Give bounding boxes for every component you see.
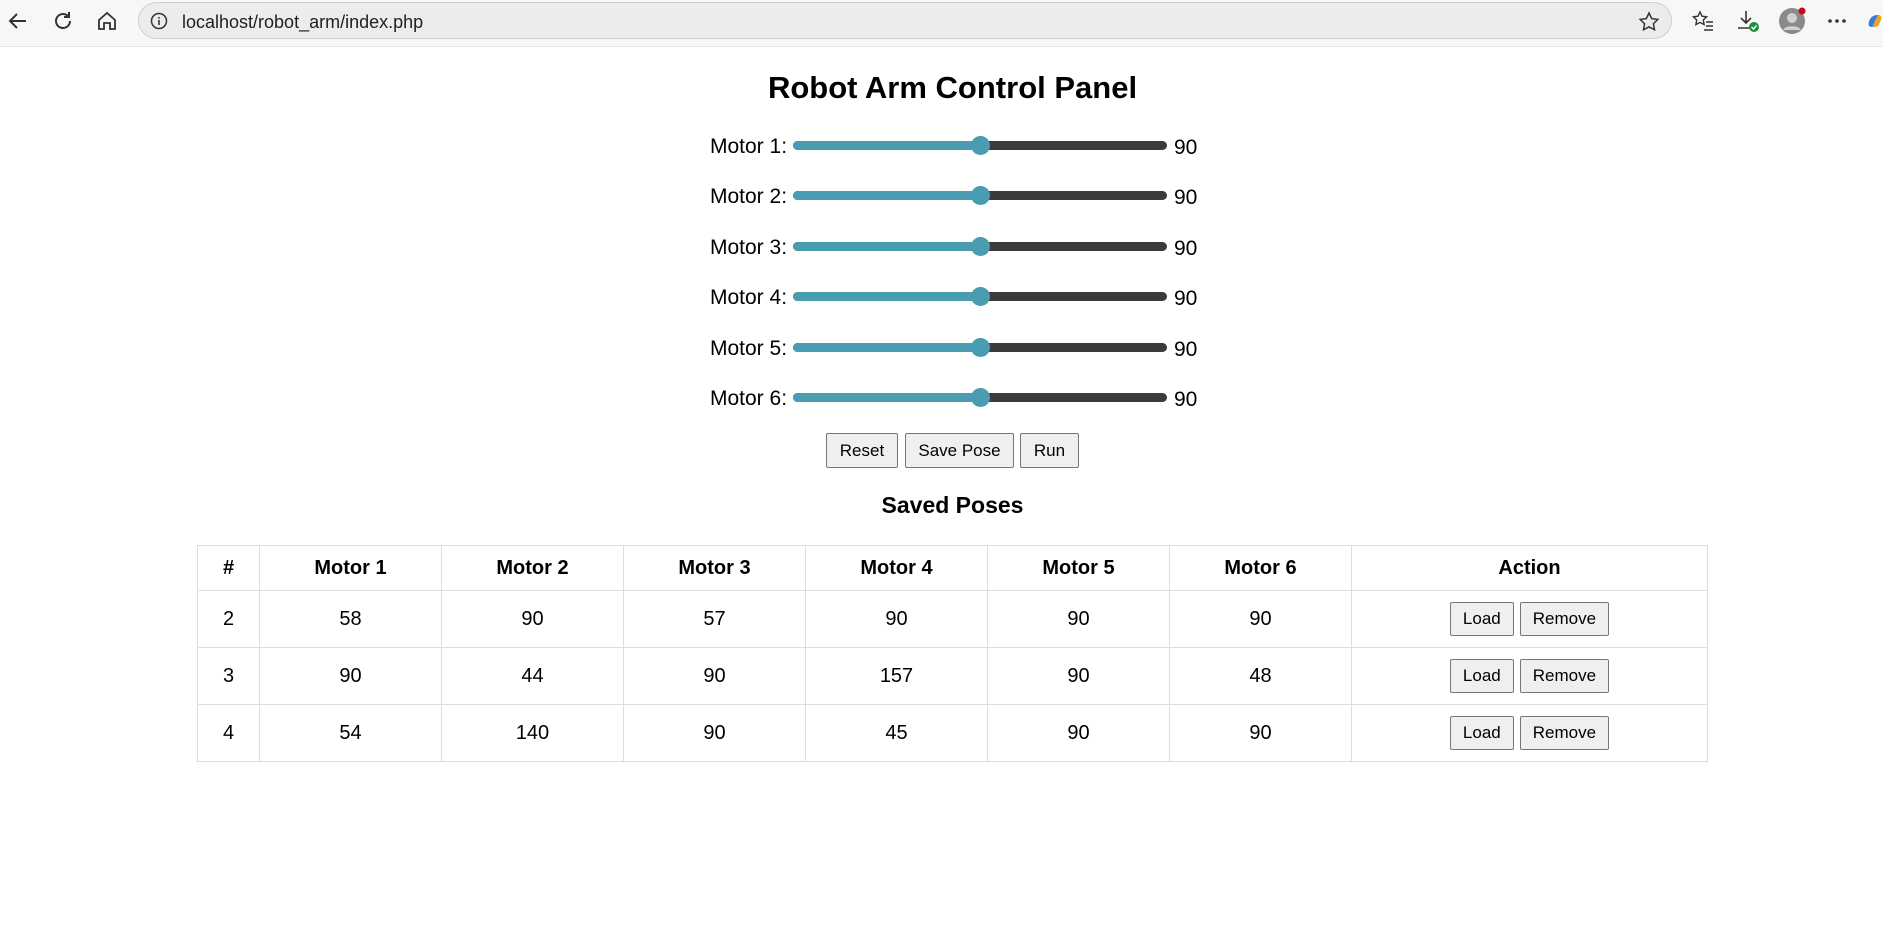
back-icon[interactable] <box>2 6 34 36</box>
slider-fill <box>793 292 980 301</box>
motor-value: 90 <box>1174 287 1198 310</box>
address-bar[interactable]: localhost/robot_arm/index.php <box>138 2 1672 39</box>
column-header-motor-4: Motor 4 <box>805 545 988 591</box>
url-text[interactable]: localhost/robot_arm/index.php <box>182 12 423 33</box>
table-header-row: # Motor 1 Motor 2 Motor 3 Motor 4 Motor … <box>197 545 1708 591</box>
motor-slider[interactable] <box>793 388 1167 407</box>
motor-control-4: Motor 4: 90 <box>700 282 1220 312</box>
profile-avatar-icon[interactable] <box>1775 6 1809 36</box>
motor-value: 90 <box>1174 186 1198 209</box>
slider-thumb[interactable] <box>971 136 990 155</box>
page-title: Robot Arm Control Panel <box>767 70 1138 105</box>
motor-slider[interactable] <box>793 136 1167 155</box>
motor-label: Motor 5: <box>710 337 788 360</box>
saved-poses-title: Saved Poses <box>881 492 1024 518</box>
slider-fill <box>793 141 980 150</box>
motor-label: Motor 3: <box>710 236 788 259</box>
action-cell: Load Remove <box>1351 647 1708 705</box>
slider-thumb[interactable] <box>971 237 990 256</box>
copilot-icon[interactable] <box>1866 6 1883 36</box>
motor-2-cell: 44 <box>441 647 624 705</box>
slider-thumb[interactable] <box>971 186 990 205</box>
column-header-motor-3: Motor 3 <box>623 545 806 591</box>
motor-slider[interactable] <box>793 186 1167 205</box>
remove-button[interactable]: Remove <box>1519 716 1610 750</box>
favorite-star-icon[interactable] <box>1637 10 1661 34</box>
table-row: 2 58 90 57 90 90 90 Load Remove <box>197 590 1708 648</box>
downloads-icon[interactable] <box>1731 6 1765 36</box>
motor-slider[interactable] <box>793 287 1167 306</box>
action-cell: Load Remove <box>1351 704 1708 762</box>
motor-control-5: Motor 5: 90 <box>700 333 1220 363</box>
remove-button[interactable]: Remove <box>1519 659 1610 693</box>
motor-4-cell: 45 <box>805 704 988 762</box>
motor-6-cell: 90 <box>1169 590 1352 648</box>
motor-2-cell: 140 <box>441 704 624 762</box>
column-header-index: # <box>197 545 260 591</box>
motor-6-cell: 48 <box>1169 647 1352 705</box>
slider-fill <box>793 242 980 251</box>
reset-button[interactable]: Reset <box>826 433 898 468</box>
browser-toolbar: localhost/robot_arm/index.php <box>0 0 1883 46</box>
motor-control-1: Motor 1: 90 <box>700 131 1220 161</box>
load-button[interactable]: Load <box>1449 716 1514 750</box>
motor-5-cell: 90 <box>987 647 1170 705</box>
column-header-motor-2: Motor 2 <box>441 545 624 591</box>
motor-control-2: Motor 2: 90 <box>700 181 1220 211</box>
motor-1-cell: 58 <box>259 590 442 648</box>
motor-slider[interactable] <box>793 338 1167 357</box>
favorites-icon[interactable] <box>1686 6 1720 36</box>
table-row: 4 54 140 90 45 90 90 Load Remove <box>197 704 1708 762</box>
motor-value: 90 <box>1174 388 1198 411</box>
motor-value: 90 <box>1174 338 1198 361</box>
table-row: 3 90 44 90 157 90 48 Load Remove <box>197 647 1708 705</box>
motor-6-cell: 90 <box>1169 704 1352 762</box>
motor-5-cell: 90 <box>987 590 1170 648</box>
motor-control-3: Motor 3: 90 <box>700 232 1220 262</box>
motor-2-cell: 90 <box>441 590 624 648</box>
motor-3-cell: 57 <box>623 590 806 648</box>
slider-thumb[interactable] <box>971 338 990 357</box>
motor-label: Motor 2: <box>710 185 788 208</box>
motor-3-cell: 90 <box>623 647 806 705</box>
column-header-action: Action <box>1351 545 1708 591</box>
motor-label: Motor 4: <box>710 286 788 309</box>
motor-value: 90 <box>1174 237 1198 260</box>
page-divider <box>0 46 1883 47</box>
load-button[interactable]: Load <box>1449 659 1514 693</box>
reload-icon[interactable] <box>47 6 79 36</box>
motor-5-cell: 90 <box>987 704 1170 762</box>
motor-slider[interactable] <box>793 237 1167 256</box>
column-header-motor-5: Motor 5 <box>987 545 1170 591</box>
save-pose-button[interactable]: Save Pose <box>905 433 1014 468</box>
site-info-icon[interactable] <box>150 12 168 30</box>
home-icon[interactable] <box>91 6 123 36</box>
slider-thumb[interactable] <box>971 388 990 407</box>
run-button[interactable]: Run <box>1020 433 1079 468</box>
motor-1-cell: 54 <box>259 704 442 762</box>
motor-4-cell: 90 <box>805 590 988 648</box>
remove-button[interactable]: Remove <box>1519 602 1610 636</box>
pose-index-cell: 4 <box>197 704 260 762</box>
motor-1-cell: 90 <box>259 647 442 705</box>
pose-index-cell: 2 <box>197 590 260 648</box>
slider-thumb[interactable] <box>971 287 990 306</box>
slider-fill <box>793 343 980 352</box>
load-button[interactable]: Load <box>1449 602 1514 636</box>
action-cell: Load Remove <box>1351 590 1708 648</box>
slider-fill <box>793 393 980 402</box>
motor-4-cell: 157 <box>805 647 988 705</box>
pose-index-cell: 3 <box>197 647 260 705</box>
motor-label: Motor 6: <box>710 387 788 410</box>
motor-3-cell: 90 <box>623 704 806 762</box>
more-menu-icon[interactable] <box>1820 6 1854 36</box>
column-header-motor-6: Motor 6 <box>1169 545 1352 591</box>
saved-poses-table: # Motor 1 Motor 2 Motor 3 Motor 4 Motor … <box>197 545 1708 762</box>
motor-control-6: Motor 6: 90 <box>700 383 1220 413</box>
column-header-motor-1: Motor 1 <box>259 545 442 591</box>
slider-fill <box>793 191 980 200</box>
motor-value: 90 <box>1174 136 1198 159</box>
motor-label: Motor 1: <box>710 135 788 158</box>
